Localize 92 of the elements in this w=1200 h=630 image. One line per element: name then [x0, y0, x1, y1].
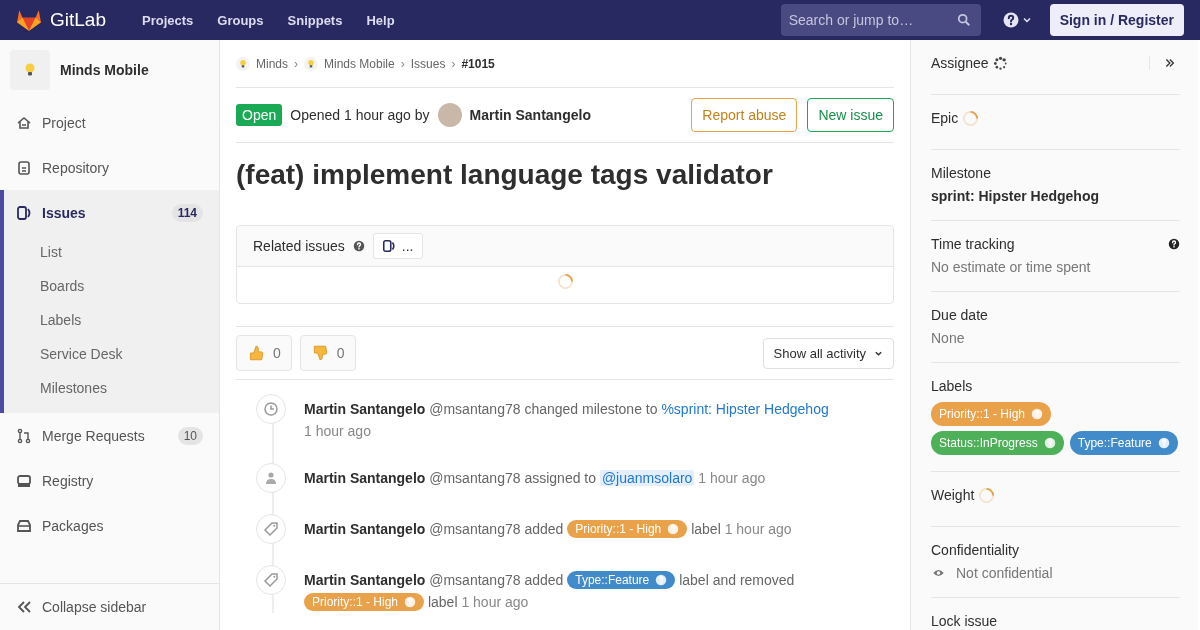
section-value: sprint: Hipster Hedgehog: [931, 188, 1100, 204]
loading-icon: [556, 273, 574, 290]
breadcrumb-link[interactable]: Minds Mobile: [324, 56, 395, 71]
chevron-icon: ›: [294, 56, 298, 71]
panel-title: Related issues: [253, 238, 345, 254]
section-title: Epic: [931, 110, 959, 126]
report-abuse-button[interactable]: Report abuse: [691, 98, 798, 132]
merge-icon: [16, 427, 32, 444]
status-badge: Open: [236, 104, 283, 126]
related-count: ...: [372, 233, 423, 259]
section-title: Weight: [931, 487, 975, 503]
help-icon: [1157, 437, 1170, 449]
repository-icon: [16, 159, 32, 176]
user-mention[interactable]: @juanmsolaro: [599, 470, 695, 486]
fox-logo-icon[interactable]: [16, 8, 42, 32]
sidebar-item[interactable]: Issues 114: [4, 190, 219, 235]
issues-icon: [16, 204, 32, 221]
tag-icon: [256, 514, 286, 544]
author-link[interactable]: Martin Santangelo: [469, 107, 591, 123]
thumbs-up-icon: [247, 344, 265, 362]
breadcrumb-link[interactable]: Minds: [256, 56, 288, 71]
tag-icon: [256, 565, 286, 595]
group-avatar: [236, 56, 250, 71]
project-icon: [16, 114, 32, 131]
group-avatar: [304, 56, 318, 71]
sidebar-subitem[interactable]: Milestones: [4, 371, 219, 405]
section-value: Not confidential: [956, 565, 1053, 581]
sidebar-subitem[interactable]: Service Desk: [4, 337, 219, 371]
help-icon[interactable]: [1002, 12, 1019, 28]
help-icon: [1043, 437, 1056, 449]
activity-text: Martin Santangelo @msantang78 added Type::Feature label and removed Priority::1 - High label 1 hour ago: [304, 570, 796, 613]
eye-icon: [931, 567, 946, 579]
milestone-link[interactable]: %sprint: Hipster Hedgehog: [661, 401, 829, 417]
issue-title: (feat) implement language tags validator: [236, 159, 774, 191]
section-title: Assignee: [931, 55, 989, 71]
opened-text: Opened 1 hour ago by: [290, 107, 430, 123]
packages-icon: [16, 517, 32, 534]
help-icon: [1168, 238, 1180, 250]
help-icon: [1031, 408, 1044, 420]
registry-icon: [16, 472, 32, 489]
activity-text: Martin Santangelo @msantang78 assigned to @juanmsolaro 1 hour ago: [304, 469, 766, 488]
section-title: Milestone: [931, 165, 991, 181]
sidebar-item[interactable]: Packages: [0, 503, 219, 548]
caret-icon[interactable]: [1021, 15, 1032, 25]
loading-icon: [992, 55, 1008, 71]
breadcrumb-link[interactable]: #1015: [461, 56, 495, 71]
sidebar-item[interactable]: Registry: [0, 458, 219, 503]
section-value: No estimate or time spent: [931, 259, 1092, 275]
new-issue-button[interactable]: New issue: [807, 98, 894, 132]
nav-link[interactable]: Snippets: [279, 12, 351, 28]
sidebar-subitem[interactable]: Boards: [4, 269, 219, 303]
search-field[interactable]: Search or jump to…: [780, 4, 981, 36]
section-title: Confidentiality: [931, 542, 1019, 558]
sidebar-item[interactable]: Merge Requests 10: [0, 413, 219, 458]
help-icon: [352, 240, 365, 252]
help-icon: [655, 574, 668, 586]
nav-link[interactable]: Help: [358, 12, 403, 28]
count-badge: 10: [177, 426, 203, 445]
chevron-icon: ›: [451, 56, 456, 71]
search-icon: [956, 13, 971, 27]
sidebar-item[interactable]: Repository: [0, 145, 219, 190]
sign-in-button[interactable]: Sign in / Register: [1049, 4, 1184, 36]
brand-name[interactable]: GitLab: [50, 9, 106, 31]
section-title: Time tracking: [931, 236, 1015, 252]
section-title: Labels: [931, 378, 973, 394]
section-value: None: [931, 330, 966, 346]
nav-link[interactable]: Projects: [134, 12, 202, 28]
label-tag[interactable]: Type::Feature: [1069, 431, 1178, 455]
section-title: Due date: [931, 307, 988, 323]
activity-text: Martin Santangelo @msantang78 changed milestone to %sprint: Hipster Hedgehog 1 hour ago: [304, 400, 830, 441]
award-button[interactable]: 0: [236, 335, 292, 371]
section-title: Lock issue: [931, 613, 998, 629]
clock-icon: [256, 394, 286, 424]
sidebar-subitem[interactable]: List: [4, 235, 219, 269]
project-name[interactable]: Minds Mobile: [60, 62, 149, 78]
award-button[interactable]: 0: [299, 335, 356, 371]
help-icon: [404, 596, 417, 608]
chevron-icon: ›: [400, 56, 405, 71]
person-icon: [256, 463, 286, 493]
help-icon: [667, 523, 680, 535]
loading-icon: [978, 486, 996, 504]
breadcrumb-link[interactable]: Issues: [410, 56, 446, 71]
activity-text: Martin Santangelo @msantang78 added Priority::1 - High label 1 hour ago: [304, 519, 792, 540]
count-badge: 114: [171, 203, 203, 222]
sidebar-item[interactable]: Project: [0, 100, 219, 145]
nav-link[interactable]: Groups: [209, 12, 272, 28]
label-tag[interactable]: Type::Feature: [567, 571, 676, 589]
loading-icon: [962, 109, 980, 127]
sidebar-subitem[interactable]: Labels: [4, 303, 219, 337]
double-chevron-icon: [16, 599, 32, 615]
activity-filter-dropdown[interactable]: Show all activity: [762, 337, 894, 369]
issues-icon: [381, 239, 396, 253]
